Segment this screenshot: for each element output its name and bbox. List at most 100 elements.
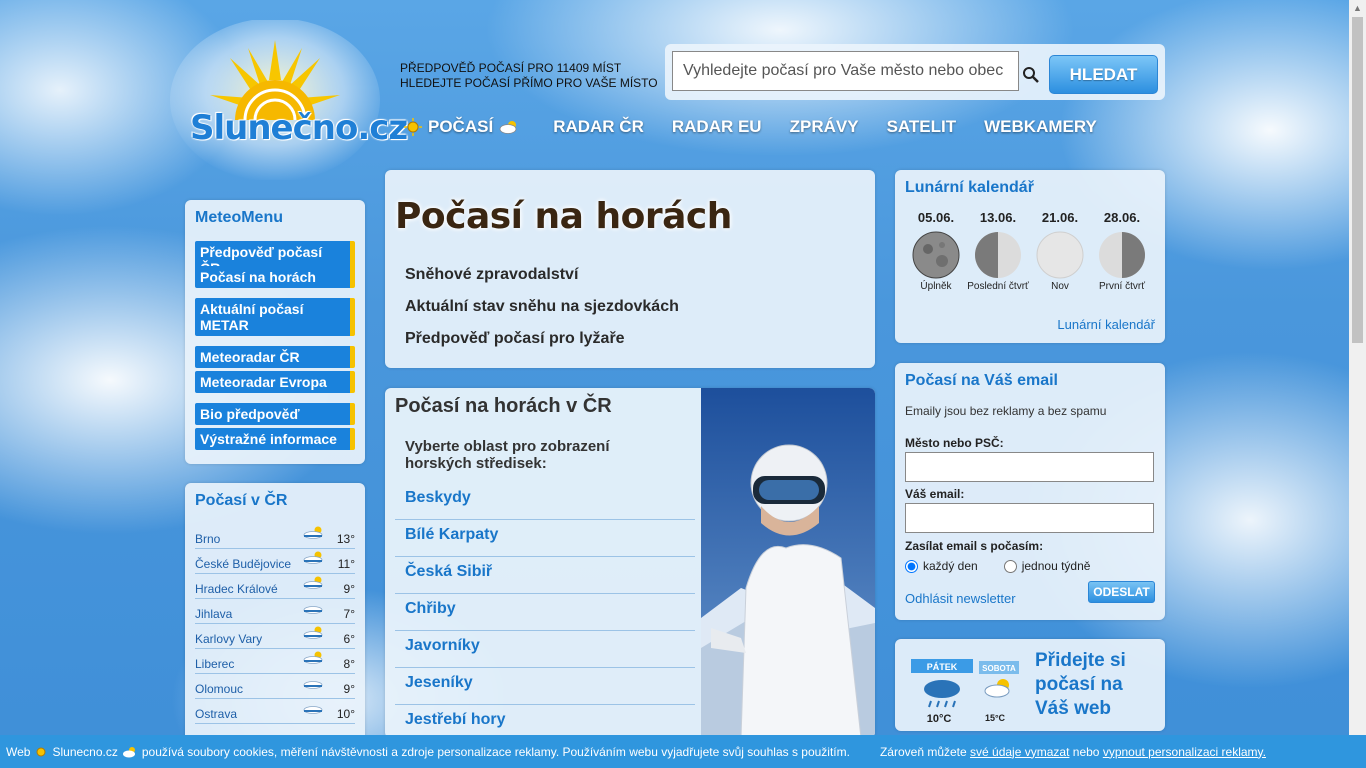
region-link[interactable]: Česká Sibiř <box>395 557 695 594</box>
meteomenu-item-meteoradar-evropa[interactable]: Meteoradar Evropa <box>195 371 355 393</box>
region-link[interactable]: Bílé Karpaty <box>395 520 695 557</box>
radio-weekly[interactable] <box>1003 559 1017 573</box>
city-row[interactable]: Olomouc 9° <box>195 674 355 699</box>
region-link[interactable]: Chřiby <box>395 594 695 631</box>
meteomenu-item-bio[interactable]: Bio předpověď <box>195 403 355 425</box>
cookie-disable-personalization-link[interactable]: vypnout personalizaci reklamy. <box>1103 745 1266 759</box>
city-name[interactable]: Jihlava <box>195 607 232 621</box>
scroll-thumb[interactable] <box>1352 17 1363 343</box>
email-field[interactable] <box>905 503 1154 533</box>
first-quarter-moon-icon <box>1099 232 1145 278</box>
city-row[interactable]: Hradec Králové 9° <box>195 574 355 599</box>
city-label: Město nebo PSČ: <box>905 436 1004 450</box>
city-row[interactable]: Brno 13° <box>195 524 355 549</box>
city-field[interactable] <box>905 452 1154 482</box>
unsubscribe-link[interactable]: Odhlásit newsletter <box>905 591 1016 606</box>
city-temp: 9° <box>343 682 355 696</box>
cookie-delete-data-link[interactable]: své údaje vymazat <box>970 745 1069 759</box>
city-row[interactable]: Liberec 8° <box>195 649 355 674</box>
pocasi-cr-panel: Počasí v ČR Brno 13° České Budějovice 11° Hr… <box>185 483 365 743</box>
page-scrollbar[interactable]: ▲ <box>1349 0 1366 740</box>
moon-date: 13.06. <box>979 210 1017 225</box>
meteomenu-item-vystrahy[interactable]: Výstražné informace <box>195 428 355 450</box>
page-title: Počasí na horách <box>395 196 732 237</box>
moon-name: Úplněk <box>920 281 952 292</box>
site-logo[interactable]: Slunečno.cz <box>170 20 408 180</box>
city-row[interactable]: Jihlava 7° <box>195 599 355 624</box>
meteomenu-item-hory[interactable]: Počasí na horách <box>195 266 355 288</box>
moon-name: Nov <box>1051 281 1069 292</box>
option-weekly[interactable]: jednou týdně <box>1003 559 1090 573</box>
city-temp: 11° <box>337 557 355 571</box>
city-name[interactable]: Karlovy Vary <box>195 632 262 646</box>
widget-temp-2: 15°C <box>985 713 1006 723</box>
city-temp: 8° <box>343 657 355 671</box>
city-name[interactable]: Brno <box>195 532 220 546</box>
nav-item-radar-eu[interactable]: RADAR EU <box>672 117 762 137</box>
search-icon[interactable] <box>1022 66 1040 84</box>
lunar-calendar-link[interactable]: Lunární kalendář <box>1057 317 1155 332</box>
cloud-icon <box>303 681 323 689</box>
search-input[interactable] <box>672 51 1019 91</box>
city-name[interactable]: Olomouc <box>195 682 243 696</box>
skier-photo <box>701 388 875 738</box>
city-name[interactable]: Liberec <box>195 657 234 671</box>
nav-item-webkamery[interactable]: WEBKAMERY <box>984 117 1097 137</box>
link-snehove-zpravodajstvi[interactable]: Sněhové zpravodalství <box>405 266 578 284</box>
mountains-panel: Počasí na horách v ČR Vyberte oblast pro… <box>385 388 875 738</box>
nav-item-radar-cr[interactable]: RADAR ČR <box>553 117 644 137</box>
search-box: HLEDAT <box>665 44 1165 100</box>
cookie-bar: Web Slunecno.cz používá soubory cookies,… <box>0 735 1366 768</box>
widget-day-1: PÁTEK <box>927 662 958 672</box>
sun-cloud-icon <box>303 551 323 564</box>
lunar-calendar-panel: Lunární kalendář 05.06. Úplněk 13.06. Po… <box>895 170 1165 343</box>
search-button[interactable]: HLEDAT <box>1049 55 1158 94</box>
nav-item-zpravy[interactable]: ZPRÁVY <box>790 117 859 137</box>
region-link[interactable]: Jeseníky <box>395 668 695 705</box>
cookie-text-2: Zároveň můžete <box>879 744 967 759</box>
link-predpoved-lyzare[interactable]: Předpověď počasí pro lyžaře <box>405 330 625 348</box>
moon-name: První čtvrť <box>1099 281 1145 292</box>
city-name[interactable]: Ostrava <box>195 707 237 721</box>
sun-cloud-icon <box>303 626 323 639</box>
meteomenu-item-metar[interactable]: Aktuální počasí METAR <box>195 298 355 336</box>
logo-text: Slunečno.cz <box>190 108 408 148</box>
widget-promo-text: Přidejte si počasí na Váš web <box>1035 650 1126 719</box>
link-stav-snehu[interactable]: Aktuální stav sněhu na sjezdovkách <box>405 298 679 316</box>
tagline-line-1: Předpověď počasí pro 11409 míst <box>400 61 622 75</box>
city-row[interactable]: Ostrava 10° <box>195 699 355 724</box>
moon-date: 21.06. <box>1041 210 1079 225</box>
city-temp: 9° <box>343 582 355 596</box>
nav-label-pocasi: POČASÍ <box>428 117 494 136</box>
nav-item-pocasi[interactable]: POČASÍ <box>398 117 525 137</box>
frequency-label: Zasílat email s počasím: <box>905 539 1044 553</box>
region-link[interactable]: Javorníky <box>395 631 695 668</box>
email-note: Emaily jsou bez reklamy a bez spamu <box>905 404 1107 418</box>
main-top-panel: Počasí na horách Sněhové zpravodalství A… <box>385 170 875 368</box>
moon-date: 28.06. <box>1103 210 1141 225</box>
option-daily[interactable]: každý den <box>905 559 978 573</box>
widget-promo-panel[interactable]: PÁTEK SOBOTA 10°C 15°C Přidejte si počas… <box>895 639 1165 731</box>
weather-widget-icon: PÁTEK SOBOTA 10°C 15°C <box>911 659 1019 725</box>
region-link[interactable]: Beskydy <box>395 483 695 520</box>
cookie-text-3: nebo <box>1072 744 1100 759</box>
lunar-title: Lunární kalendář <box>905 179 1034 196</box>
moon-phase-3: 21.06. Nov <box>1029 210 1091 292</box>
full-moon-icon <box>912 231 960 279</box>
meteomenu-item-meteoradar-cr[interactable]: Meteoradar ČR <box>195 346 355 368</box>
moon-phase-1: 05.06. Úplněk <box>905 210 967 292</box>
city-row[interactable]: Karlovy Vary 6° <box>195 624 355 649</box>
new-moon-icon <box>1036 231 1084 279</box>
cloud-icon <box>303 606 323 614</box>
email-title: Počasí na Váš email <box>905 372 1058 389</box>
radio-daily[interactable] <box>905 559 918 573</box>
city-row[interactable]: České Budějovice 11° <box>195 549 355 574</box>
send-button[interactable]: ODESLAT <box>1088 581 1155 603</box>
sun-cloud-icon <box>303 651 323 664</box>
nav-item-satelit[interactable]: SATELIT <box>887 117 957 137</box>
city-name[interactable]: Hradec Králové <box>195 582 278 596</box>
city-name[interactable]: České Budějovice <box>195 557 291 571</box>
region-link[interactable]: Jestřebí hory <box>395 705 695 738</box>
scroll-up-arrow-icon[interactable]: ▲ <box>1349 0 1366 17</box>
meteomenu-title: MeteoMenu <box>195 209 283 226</box>
